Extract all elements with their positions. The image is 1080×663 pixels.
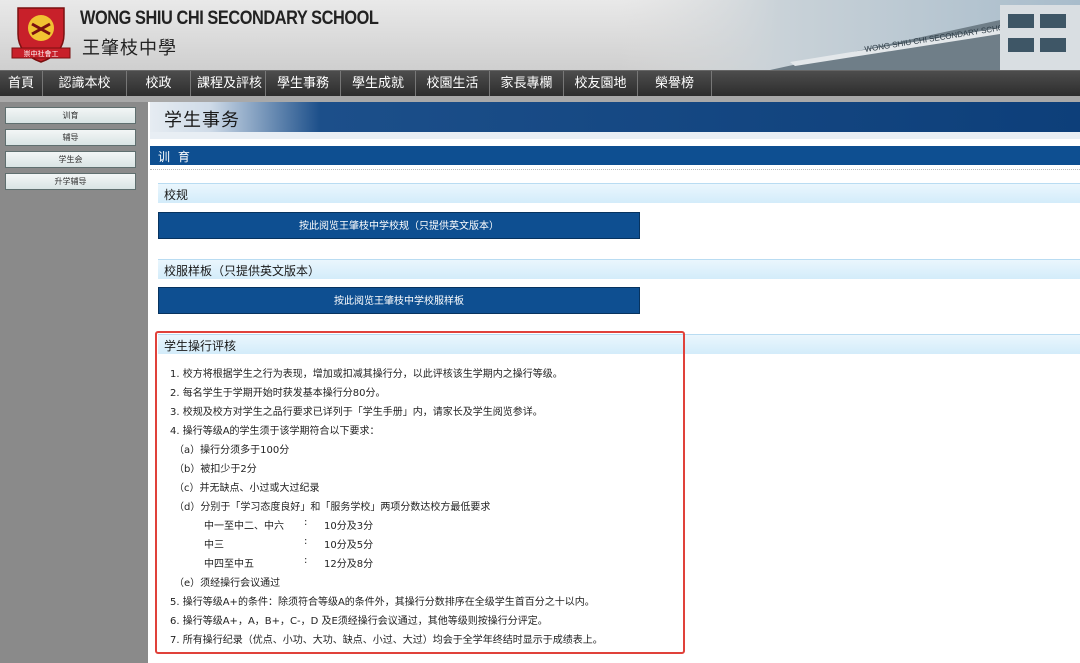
school-building-photo: WONG SHIU CHI SECONDARY SCHOOL	[620, 0, 1080, 70]
nav-alumni[interactable]: 校友園地	[564, 71, 638, 96]
title-underband	[150, 132, 1080, 139]
main-content: 学生事务 训 育 校规 按此阅览王肇枝中学校规（只提供英文版本） 校服样板（只提…	[150, 102, 1080, 663]
nav-parents[interactable]: 家長專欄	[490, 71, 564, 96]
uniform-link-button[interactable]: 按此阅览王肇枝中学校服样板	[158, 287, 640, 314]
nav-home[interactable]: 首頁	[0, 71, 43, 96]
nav-achievements[interactable]: 學生成就	[341, 71, 416, 96]
grade-sep: :	[304, 555, 308, 566]
sidebar-item-discipline[interactable]: 训育	[5, 107, 136, 124]
rules-heading-label: 校规	[164, 188, 189, 202]
conduct-rule-4c: （c）并无缺点、小过或大过纪录	[174, 483, 320, 494]
nav-curriculum[interactable]: 課程及評核	[191, 71, 266, 96]
sidebar-item-counselling[interactable]: 辅导	[5, 129, 136, 146]
grade-label: 中一至中二、中六	[204, 521, 284, 532]
school-name-en: WONG SHIU CHI SECONDARY SCHOOL	[80, 8, 379, 29]
page-title: 学生事务	[164, 110, 240, 131]
school-name-zh: 王肇枝中學	[82, 38, 177, 59]
grade-label: 中三	[204, 540, 224, 551]
grade-sep: :	[304, 517, 308, 528]
section-title: 训 育	[158, 150, 192, 164]
conduct-rule-4: 4. 操行等级A的学生须于该学期符合以下要求：	[170, 426, 380, 437]
nav-honours[interactable]: 榮譽榜	[638, 71, 712, 96]
school-rules-link-button[interactable]: 按此阅览王肇枝中学校规（只提供英文版本）	[158, 212, 640, 239]
grade-value: 10分及5分	[324, 540, 374, 551]
nav-about[interactable]: 認識本校	[43, 71, 127, 96]
grade-label: 中四至中五	[204, 559, 254, 570]
conduct-rule-5: 5. 操行等级A+的条件：除须符合等级A的条件外，其操行分数排序在全级学生首百分…	[170, 597, 595, 608]
nav-student-affairs[interactable]: 學生事務	[266, 71, 341, 96]
conduct-rule-6: 6. 操行等级A+，A，B+，C-，D 及E须经操行会议通过，其他等级则按操行分…	[170, 616, 548, 627]
rules-heading: 校规	[158, 183, 1080, 203]
site-header: 崇中社會工 WONG SHIU CHI SECONDARY SCHOOL 王肇枝…	[0, 0, 1080, 70]
conduct-rule-2: 2. 每名学生于学期开始时获发基本操行分80分。	[170, 388, 386, 399]
sidebar-item-career-guidance[interactable]: 升学辅导	[5, 173, 136, 190]
grade-sep: :	[304, 536, 308, 547]
conduct-rule-4b: （b）被扣少于2分	[174, 464, 257, 475]
uniform-heading: 校服样板（只提供英文版本）	[158, 259, 1080, 279]
divider	[150, 169, 1080, 170]
conduct-rule-7: 7. 所有操行纪录（优点、小功、大功、缺点、小过、大过）均会于全学年终结时显示于…	[170, 635, 603, 646]
conduct-heading: 学生操行评核	[158, 334, 1080, 354]
grade-value: 12分及8分	[324, 559, 374, 570]
page-title-bar: 学生事务	[150, 102, 1080, 132]
section-bar: 训 育	[150, 146, 1080, 165]
nav-campus-life[interactable]: 校園生活	[416, 71, 490, 96]
grade-row-s1-s2-s6: 中一至中二、中六 : 10分及3分	[170, 517, 570, 532]
sidebar-item-student-union[interactable]: 学生会	[5, 151, 136, 168]
school-crest-icon: 崇中社會工	[11, 7, 71, 63]
main-nav: 首頁 認識本校 校政 課程及評核 學生事務 學生成就 校園生活 家長專欄 校友園…	[0, 70, 1080, 97]
grade-value: 10分及3分	[324, 521, 374, 532]
nav-admin[interactable]: 校政	[127, 71, 191, 96]
grade-row-s4-s5: 中四至中五 : 12分及8分	[170, 555, 570, 570]
conduct-rule-4a: （a）操行分须多于100分	[174, 445, 290, 456]
crest-motto: 崇中社會工	[24, 49, 59, 58]
conduct-heading-label: 学生操行评核	[164, 339, 237, 353]
conduct-rule-3: 3. 校规及校方对学生之品行要求已详列于「学生手册」内，请家长及学生阅览参详。	[170, 407, 543, 418]
conduct-rule-4d: （d）分别于「学习态度良好」和「服务学校」两项分数达校方最低要求	[174, 502, 491, 513]
sidebar: 训育 辅导 学生会 升学辅导	[0, 102, 148, 663]
conduct-rule-1: 1. 校方将根据学生之行为表现，增加或扣减其操行分，以此评核该生学期内之操行等级…	[170, 369, 563, 380]
uniform-heading-label: 校服样板（只提供英文版本）	[164, 264, 321, 278]
conduct-rule-4e: （e）须经操行会议通过	[174, 578, 281, 589]
grade-row-s3: 中三 : 10分及5分	[170, 536, 570, 551]
